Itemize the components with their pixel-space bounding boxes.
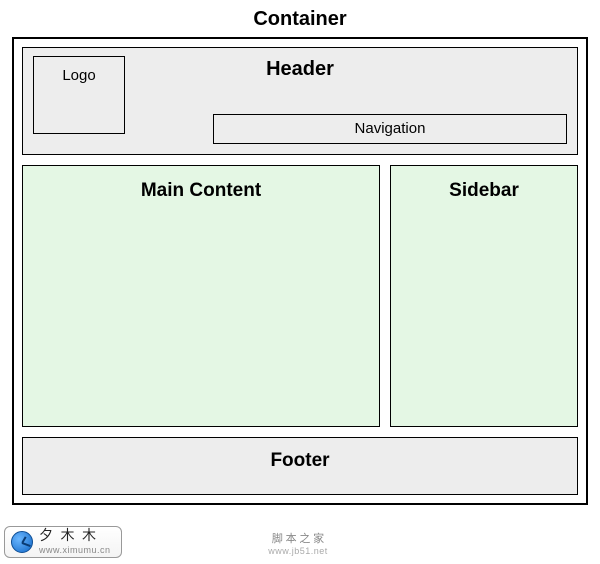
header-box: Logo Header Navigation — [22, 47, 578, 155]
logo-box: Logo — [33, 56, 125, 134]
main-content-box: Main Content — [22, 165, 380, 427]
container-box: Logo Header Navigation Main Content Side… — [12, 37, 588, 505]
watermark-center-url: www.jb51.net — [268, 546, 328, 556]
watermark-left-name: 夕 木 木 — [39, 530, 111, 544]
sidebar-box: Sidebar — [390, 165, 578, 427]
watermark-center-name: 脚 本 之 家 — [268, 530, 328, 546]
watermark-center: 脚 本 之 家 www.jb51.net — [268, 530, 328, 556]
clock-icon — [11, 531, 33, 553]
watermark-left-url: www.ximumu.cn — [39, 546, 111, 555]
navigation-box: Navigation — [213, 114, 567, 144]
page-title: Container — [0, 0, 600, 37]
main-row: Main Content Sidebar — [22, 165, 578, 427]
footer-box: Footer — [22, 437, 578, 495]
watermarks: 夕 木 木 www.ximumu.cn 脚 本 之 家 www.jb51.net — [4, 522, 592, 558]
watermark-left: 夕 木 木 www.ximumu.cn — [4, 526, 122, 558]
